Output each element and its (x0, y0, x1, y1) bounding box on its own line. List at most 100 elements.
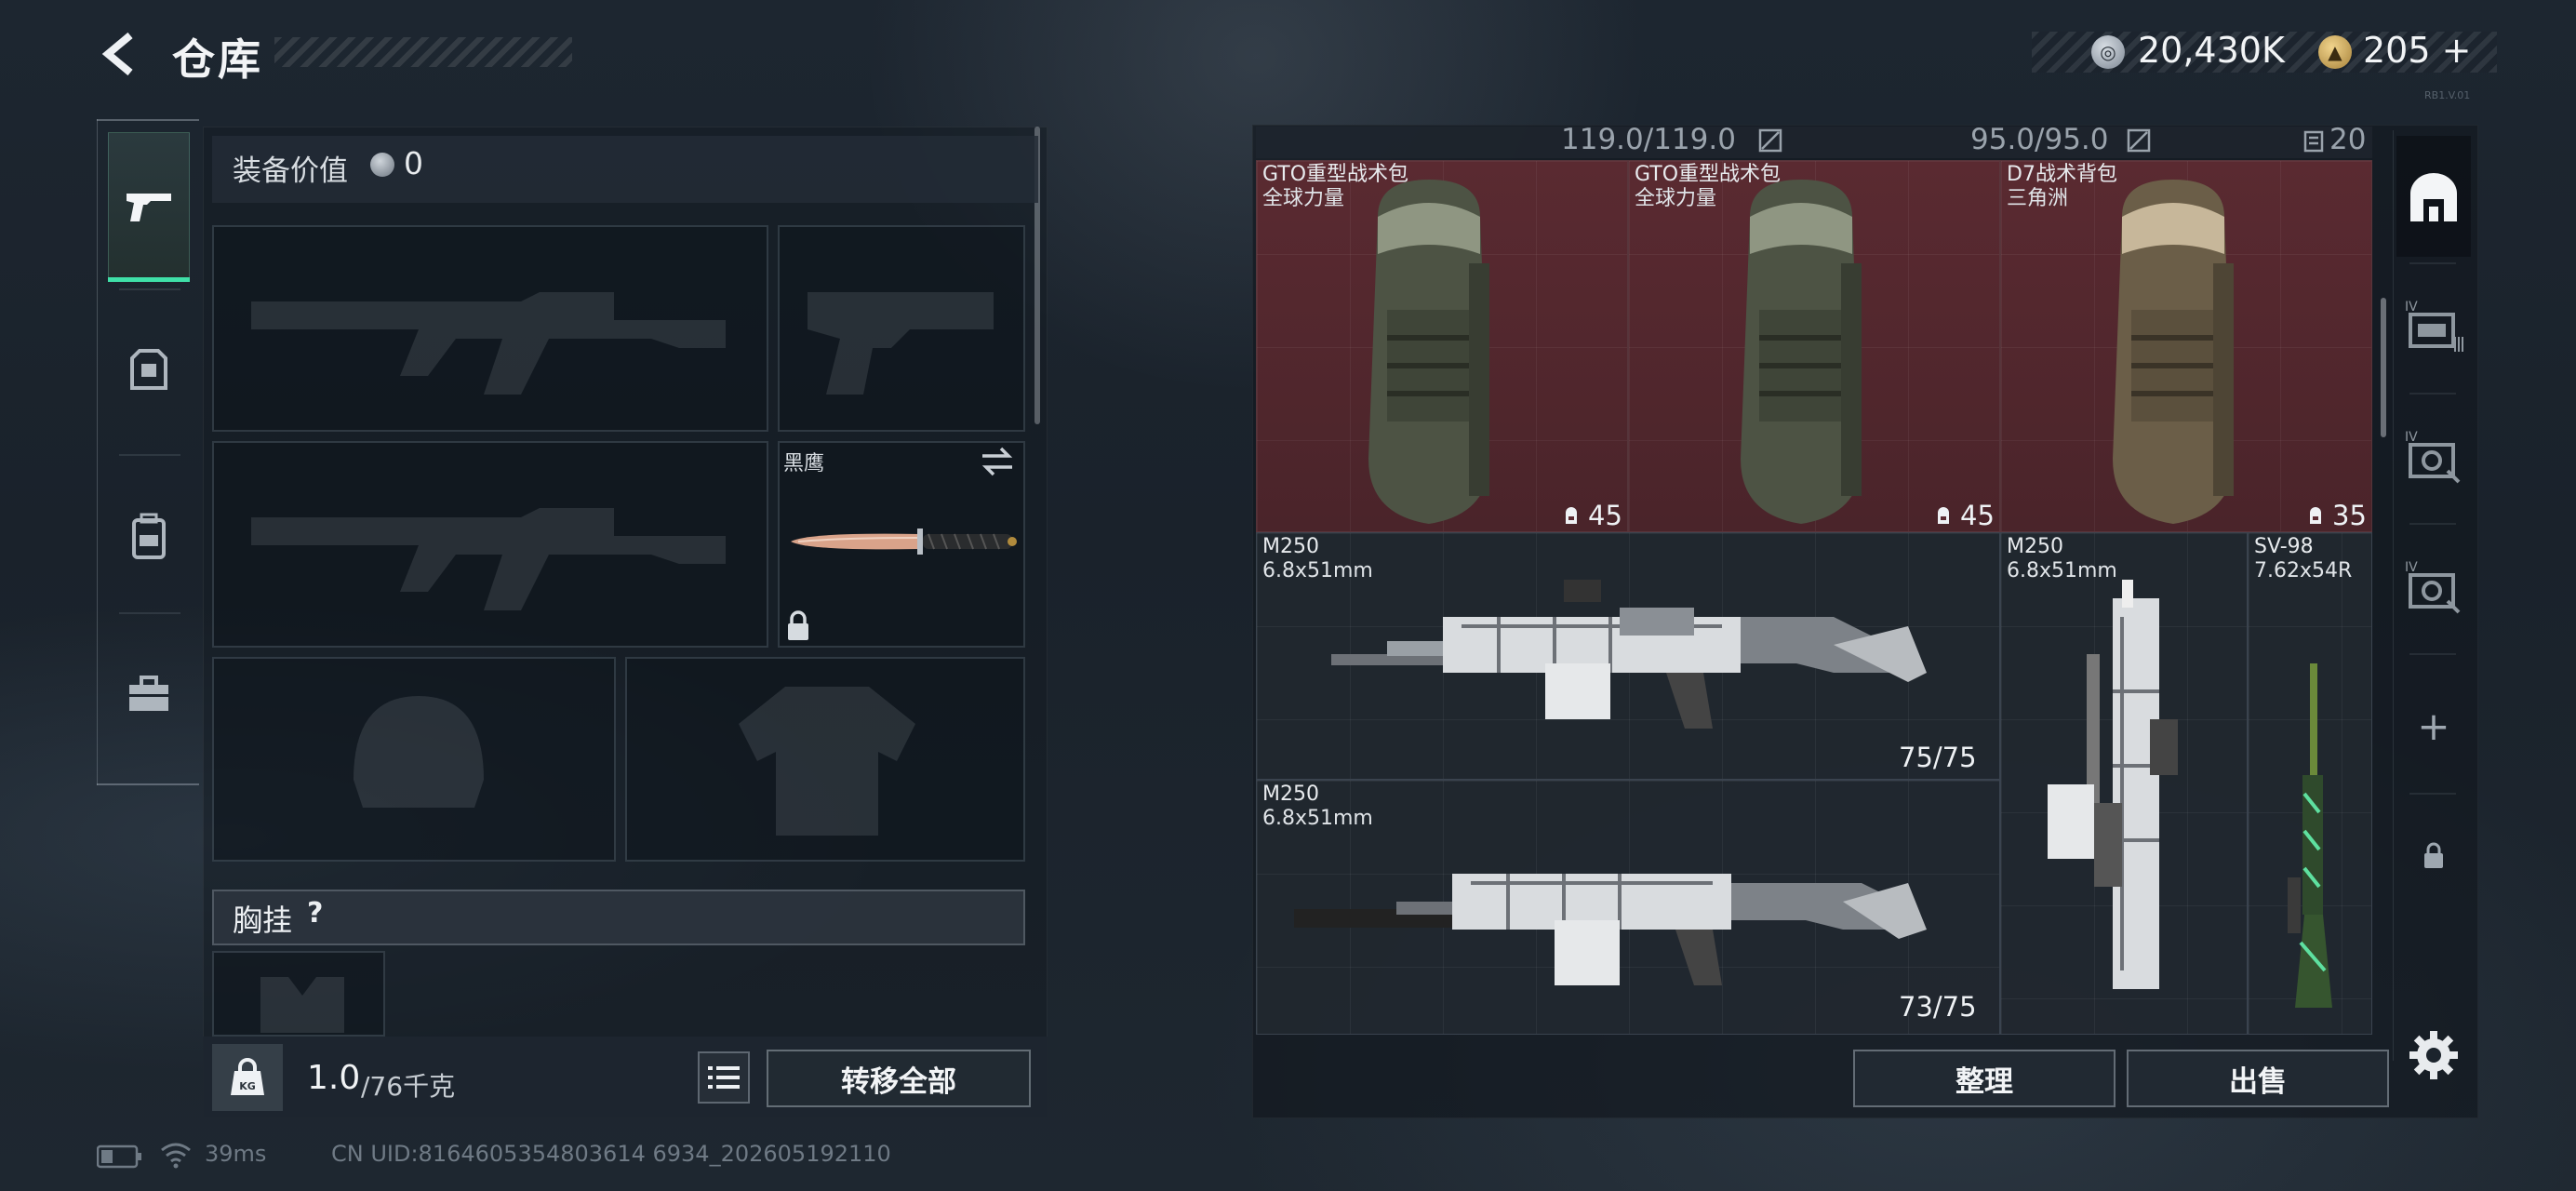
item-caliber: 6.8x51mm (1262, 807, 1373, 830)
container-tab-case-2[interactable]: IV (2393, 400, 2475, 512)
swap-icon[interactable] (979, 445, 1016, 478)
triangle-coin-balance[interactable]: 205 + (2363, 30, 2471, 71)
add-container-button[interactable]: + (2393, 670, 2475, 782)
stash-capacity-a: 119.0/119.0 (1561, 123, 1736, 156)
battery-icon (97, 1144, 141, 1169)
primary-weapon-slot-2[interactable] (212, 441, 768, 648)
helmet-silhouette-icon (354, 696, 484, 808)
sniper-rifle-icon-vertical (2288, 663, 2332, 1008)
knife-icon (791, 529, 1017, 555)
rail-separator (2409, 523, 2456, 525)
coin-icon: ◎ (2091, 35, 2125, 69)
melee-weapon-name: 黑鹰 (783, 452, 825, 475)
stash-item-backpack[interactable]: D7战术背包 三角洲 35 (2000, 160, 2372, 532)
sell-button[interactable]: 出售 (2127, 1050, 2389, 1107)
pistol-icon (127, 194, 171, 221)
primary-weapon-slot-1[interactable] (212, 225, 768, 432)
armor-icon (130, 349, 167, 390)
item-name: SV-98 (2254, 535, 2314, 558)
item-name: D7战术背包 (2007, 163, 2117, 186)
rail-separator (119, 454, 180, 456)
weight-current: 1.0 (307, 1059, 361, 1097)
machine-gun-icon (1331, 580, 1927, 729)
item-capacity: 45 (1588, 500, 1622, 531)
item-name: M250 (1262, 535, 1319, 558)
chest-rig-label: 胸挂 (233, 903, 293, 938)
pistol-silhouette-icon (808, 292, 994, 395)
ping-text: 39ms (205, 1141, 267, 1167)
triangle-coin-amount: 205 (2363, 30, 2431, 71)
gear-icon[interactable] (2406, 1027, 2462, 1083)
rail-separator (2409, 262, 2456, 264)
rail-separator (2409, 653, 2456, 655)
body-armor-slot[interactable] (625, 657, 1025, 862)
stash-item-weapon[interactable]: SV-98 7.62x54R (2248, 532, 2372, 1035)
rail-separator (2409, 793, 2456, 795)
tier-label: IV (2405, 300, 2418, 314)
item-ammo-count: 75/75 (1899, 742, 1977, 773)
add-currency-icon[interactable]: + (2442, 30, 2472, 71)
category-tab-tools[interactable] (108, 620, 190, 769)
equipment-value: 0 (404, 145, 423, 181)
stash-item-weapon[interactable]: M250 6.8x51mm (2000, 532, 2248, 1035)
stash-item-weapon[interactable]: M250 6.8x51mm 75/75 (1256, 532, 2000, 780)
secondary-weapon-slot[interactable] (778, 225, 1025, 432)
stash-item-weapon[interactable]: M250 6.8x51mm 73/75 (1256, 780, 2000, 1035)
backpack-item-icon (1741, 180, 1862, 524)
plus-icon: + (2417, 703, 2450, 749)
list-view-button[interactable] (698, 1051, 750, 1104)
title-decoration (274, 37, 572, 67)
chest-rig-slot[interactable] (212, 951, 385, 1037)
item-caliber: 6.8x51mm (2007, 559, 2117, 582)
rail-separator (119, 288, 180, 290)
stash-item-count: 20 (2329, 123, 2367, 156)
transfer-all-button[interactable]: 转移全部 (767, 1050, 1031, 1107)
container-tab-stash[interactable] (2393, 141, 2475, 253)
item-ammo-count: 73/75 (1899, 991, 1977, 1023)
page-title: 仓库 (172, 34, 263, 85)
coin-balance: 20,430K (2138, 30, 2285, 71)
stash-home-icon (2410, 173, 2457, 221)
item-name: M250 (1262, 783, 1319, 806)
item-faction: 全球力量 (1262, 187, 1345, 210)
item-name: M250 (2007, 535, 2063, 558)
helmet-slot[interactable] (212, 657, 616, 862)
stash-item-backpack[interactable]: GTO重型战术包 全球力量 45 (1256, 160, 1628, 532)
coin-icon (370, 153, 394, 177)
container-tab-case-3[interactable]: IV (2393, 530, 2475, 642)
item-faction: 三角洲 (2007, 187, 2069, 210)
rail-separator (119, 612, 180, 614)
stash-item-backpack[interactable]: GTO重型战术包 全球力量 45 (1628, 160, 2000, 532)
chest-rig-header (212, 890, 1025, 945)
rail-divider (97, 119, 199, 121)
rifle-silhouette-icon (251, 292, 726, 395)
sort-button[interactable]: 整理 (1853, 1050, 2116, 1107)
locked-container-slot[interactable] (2393, 800, 2475, 912)
stash-capacity-header (1256, 127, 2372, 158)
lock-icon (788, 610, 808, 640)
rail-divider (97, 783, 199, 785)
chest-rig-silhouette-icon (260, 977, 344, 1033)
category-tab-backpack[interactable] (108, 462, 190, 610)
backpack-item-icon (2113, 180, 2234, 524)
toolbox-icon (129, 676, 168, 711)
wifi-icon (161, 1143, 191, 1169)
item-caliber: 7.62x54R (2254, 559, 2353, 582)
back-arrow-icon[interactable] (93, 26, 149, 82)
list-icon (708, 1066, 740, 1089)
stash-scrollbar[interactable] (2381, 298, 2386, 437)
capacity-icon (1566, 507, 1577, 524)
machine-gun-icon (1294, 874, 1927, 985)
chest-rig-help-button[interactable]: ? (307, 897, 323, 930)
category-tab-weapons[interactable] (108, 132, 190, 281)
machine-gun-icon-vertical (2048, 580, 2178, 989)
stash-capacity-b: 95.0/95.0 (1970, 123, 2109, 156)
weight-icon-box: KG (212, 1044, 283, 1111)
container-tab-case-1[interactable]: IV (2393, 270, 2475, 381)
item-caliber: 6.8x51mm (1262, 559, 1373, 582)
backpack-item-icon (1368, 180, 1489, 524)
item-capacity: 35 (2332, 500, 2367, 531)
category-tab-armor[interactable] (108, 296, 190, 445)
stash-grid: GTO重型战术包 全球力量 45 GTO重型战术包 全球力量 45 D7战术背包… (1256, 160, 2372, 1035)
tier4-case-icon: IV (2405, 430, 2461, 484)
